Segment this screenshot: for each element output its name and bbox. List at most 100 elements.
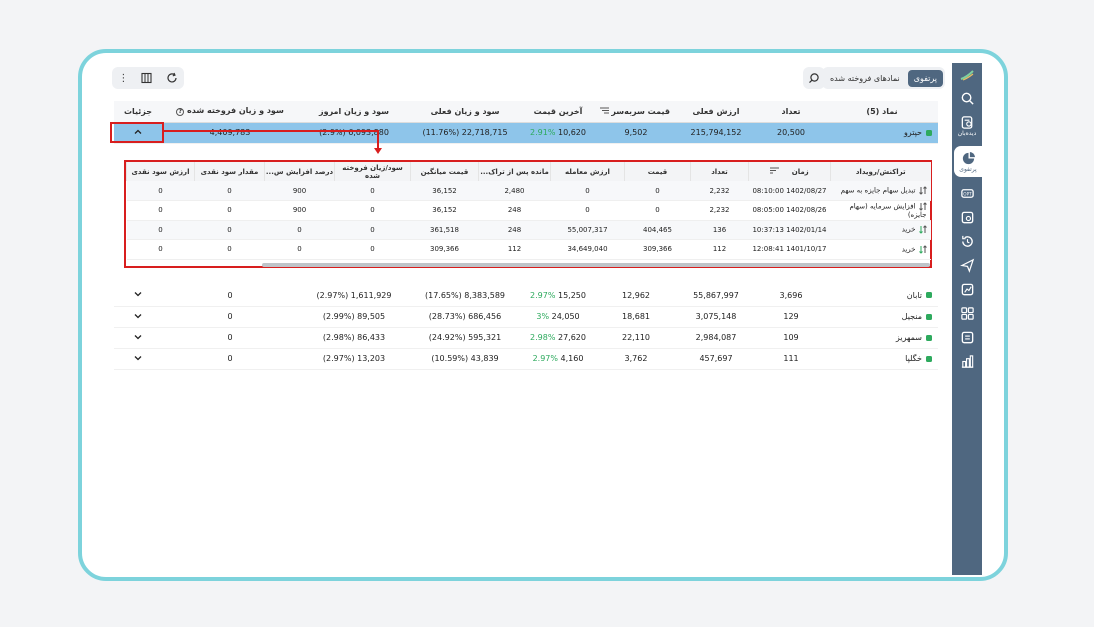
pnl-cell: 686,456 (28.73%) <box>410 306 520 328</box>
detail-header-sold-pnl[interactable]: سود/زیان فروخته شده <box>334 162 411 181</box>
sort-icon[interactable] <box>599 107 609 114</box>
calculator-icon <box>961 331 973 344</box>
details-toggle[interactable] <box>114 306 162 328</box>
sidebar-item-options[interactable]: OPT <box>952 186 982 201</box>
sidebar-item-stats[interactable] <box>952 354 982 369</box>
table-row[interactable]: خرید 1401/10/17 12:08:41 112 309,366 34,… <box>126 239 931 260</box>
detail-header-row: تراکنش/رویداد زمان تعداد قیمت ارزش معامل… <box>126 162 931 181</box>
header-pnl[interactable]: سود و زیان فعلی <box>410 101 520 123</box>
tab-sold-symbols[interactable]: نمادهای فروخته شده <box>824 70 906 87</box>
remaining-cell: 2,480 <box>478 181 551 201</box>
qty-cell: 112 <box>690 239 749 260</box>
div-qty-cell: 0 <box>194 239 265 260</box>
sidebar-item-watchlist[interactable]: دیده‌بان <box>952 115 982 137</box>
table-row[interactable]: منجیل 129 3,075,148 18,681 24,050 3% 686… <box>114 306 938 328</box>
header-symbol[interactable]: نماد (5) <box>826 101 938 123</box>
breakeven-cell: 12,962 <box>596 285 676 307</box>
sold-pnl-cell: 4,409,783 <box>162 122 298 144</box>
sidebar-item-portfolio[interactable]: پرتفوی <box>954 146 982 177</box>
div-qty-cell: 0 <box>194 200 265 221</box>
sidebar-item-history[interactable] <box>952 234 982 249</box>
detail-header-avg-price[interactable]: قیمت میانگین <box>410 162 479 181</box>
increase-pct-cell: 900 <box>264 200 335 221</box>
help-icon[interactable]: ? <box>176 108 185 117</box>
chevron-down-icon[interactable] <box>134 354 142 362</box>
sort-icon[interactable] <box>770 167 780 174</box>
table-row[interactable]: تبدیل سهام جایزه به سهم 1402/08/27 08:10… <box>126 181 931 201</box>
last-price-cell: 27,620 2.98% <box>520 327 596 349</box>
symbol-cell[interactable]: سمهریز <box>826 327 938 349</box>
sold-pnl-cell: 0 <box>334 181 411 201</box>
table-row[interactable]: خرید 1402/01/14 10:37:13 136 404,465 55,… <box>126 220 931 240</box>
today-pnl-cell: 1,611,929 (2.97%) <box>298 285 410 307</box>
header-value[interactable]: ارزش فعلی <box>676 101 756 123</box>
chart-icon <box>961 283 973 296</box>
refresh-icon[interactable] <box>166 72 178 84</box>
detail-header-remaining[interactable]: مانده پس از تراک... <box>478 162 551 181</box>
details-toggle[interactable] <box>114 327 162 349</box>
history-icon <box>961 235 973 247</box>
div-value-cell: 0 <box>126 200 195 221</box>
horizontal-scrollbar[interactable] <box>262 263 930 267</box>
event-cell: افزایش سرمایه (سهام جایزه) <box>830 200 931 221</box>
table-row[interactable]: تابان 3,696 55,867,997 12,962 15,250 2.9… <box>114 285 938 307</box>
status-dot <box>926 334 932 341</box>
time-cell: 1402/08/27 08:10:00 <box>748 181 831 201</box>
chevron-down-icon[interactable] <box>134 312 142 320</box>
sidebar-item-calculator[interactable] <box>952 330 982 345</box>
details-toggle[interactable] <box>114 285 162 307</box>
symbol-name: خگلپا <box>905 354 922 363</box>
sold-pnl-cell: 0 <box>162 327 298 349</box>
table-row[interactable]: خگلپا 111 457,697 3,762 4,160 2.97% 43,8… <box>114 348 938 370</box>
symbol-cell[interactable]: خگلپا <box>826 348 938 370</box>
last-pct: 3% <box>536 312 550 321</box>
toolbar-actions: ⋮ <box>112 67 184 89</box>
detail-header-event[interactable]: تراکنش/رویداد <box>830 162 931 181</box>
detail-header-trade-value[interactable]: ارزش معامله <box>550 162 625 181</box>
chevron-down-icon[interactable] <box>134 290 142 298</box>
symbol-name: سمهریز <box>895 333 922 342</box>
detail-header-increase-pct[interactable]: درصد افزایش س... <box>264 162 335 181</box>
symbol-cell[interactable]: تابان <box>826 285 938 307</box>
detail-header-div-value[interactable]: ارزش سود نقدی <box>126 162 195 181</box>
header-sold-pnl[interactable]: سود و زیان فروخته شده ? <box>162 101 298 123</box>
table-row-selected[interactable]: حپترو 20,500 215,794,152 9,502 10,620 2.… <box>114 122 938 144</box>
sidebar-item-chart[interactable] <box>952 282 982 297</box>
header-last-price[interactable]: آخرین قیمت <box>520 101 596 123</box>
sold-pnl-cell: 0 <box>334 200 411 221</box>
last-pct: 2.97% <box>532 354 558 363</box>
event-label: تبدیل سهام جایزه به سهم <box>840 186 916 195</box>
status-dot <box>926 292 932 299</box>
last-pct: 2.97% <box>530 290 556 300</box>
sidebar-item-grid[interactable] <box>952 306 982 321</box>
event-cell: تبدیل سهام جایزه به سهم <box>830 181 931 201</box>
detail-header-div-qty[interactable]: مقدار سود نقدی <box>194 162 265 181</box>
header-details: جزئیات <box>114 101 162 123</box>
detail-header-qty[interactable]: تعداد <box>690 162 749 181</box>
table-row[interactable]: سمهریز 109 2,984,087 22,110 27,620 2.98%… <box>114 327 938 349</box>
columns-icon[interactable] <box>141 72 153 84</box>
sidebar-item-send[interactable] <box>952 258 982 273</box>
sidebar-item-search[interactable] <box>952 91 982 106</box>
remaining-cell: 112 <box>478 239 551 260</box>
symbol-name: حپترو <box>903 128 922 137</box>
div-value-cell: 0 <box>126 220 195 240</box>
header-breakeven[interactable]: قیمت سربه‌سر <box>596 101 676 123</box>
details-toggle[interactable] <box>114 348 162 370</box>
chevron-down-icon[interactable] <box>134 333 142 341</box>
today-pnl-cell: 86,433 (2.98%) <box>298 327 410 349</box>
svg-text:OPT: OPT <box>963 192 972 197</box>
tab-portfolio[interactable]: پرتفوی <box>907 69 943 87</box>
symbol-cell[interactable]: حپترو <box>826 122 938 144</box>
header-qty[interactable]: تعداد <box>756 101 826 123</box>
detail-header-price[interactable]: قیمت <box>624 162 691 181</box>
event-cell: خرید <box>830 220 931 240</box>
table-row[interactable]: افزایش سرمایه (سهام جایزه) 1402/08/26 08… <box>126 200 931 221</box>
sidebar-item-orders[interactable] <box>952 210 982 225</box>
value-cell: 215,794,152 <box>676 122 756 144</box>
symbol-cell[interactable]: منجیل <box>826 306 938 328</box>
more-icon[interactable]: ⋮ <box>118 73 128 84</box>
header-today-pnl[interactable]: سود و زیان امروز <box>298 101 410 123</box>
breakeven-cell: 22,110 <box>596 327 676 349</box>
detail-header-time[interactable]: زمان <box>748 162 831 181</box>
